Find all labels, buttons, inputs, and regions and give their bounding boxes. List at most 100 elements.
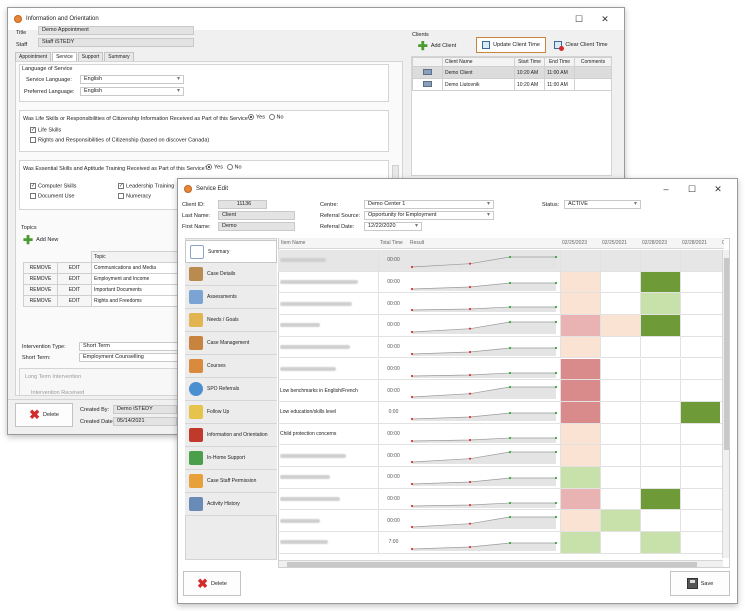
grid-row[interactable]: 7:00 — [278, 532, 722, 554]
grid-row[interactable]: 00:00 — [278, 336, 722, 359]
status-select[interactable]: ACTIVE — [564, 200, 641, 209]
heatmap-cell[interactable] — [640, 380, 680, 401]
grid-row[interactable]: 00:00 — [278, 271, 722, 294]
grid-horizontal-scrollbar[interactable] — [279, 560, 723, 567]
heatmap-cell[interactable] — [640, 315, 680, 336]
tab-service[interactable]: Service — [52, 52, 77, 61]
service-save-button[interactable]: Save — [670, 571, 730, 596]
heatmap-cell[interactable] — [600, 467, 640, 488]
close-icon[interactable]: ✕ — [705, 184, 731, 195]
leadership-checkbox[interactable]: ✓ — [118, 183, 124, 189]
heatmap-cell[interactable] — [600, 271, 640, 293]
heatmap-cell[interactable] — [600, 358, 640, 380]
heatmap-cell[interactable] — [680, 423, 720, 445]
heatmap-cell[interactable] — [600, 401, 640, 423]
sidebar-item-follow-up[interactable]: Follow Up — [185, 401, 277, 424]
document-use-checkbox[interactable] — [30, 193, 36, 199]
hscroll-thumb[interactable] — [287, 562, 697, 567]
service-language-select[interactable]: English — [80, 75, 184, 84]
edit-button[interactable]: EDIT — [57, 273, 92, 285]
heatmap-cell[interactable] — [680, 401, 720, 423]
heatmap-cell[interactable] — [600, 336, 640, 358]
heatmap-cell[interactable] — [640, 510, 680, 532]
heatmap-cell[interactable] — [600, 293, 640, 315]
grid-row[interactable]: 00:00 — [278, 488, 722, 511]
heatmap-cell[interactable] — [560, 488, 600, 510]
life-skills-no-radio[interactable] — [268, 114, 275, 120]
scroll-thumb[interactable] — [724, 258, 729, 450]
grid-row[interactable]: Low education/skills level 0:00 — [278, 401, 722, 424]
preferred-language-select[interactable]: English — [80, 87, 184, 96]
heatmap-cell[interactable] — [680, 445, 720, 466]
tab-appointment[interactable]: Appointment — [15, 52, 52, 61]
heatmap-cell[interactable] — [680, 293, 720, 315]
heatmap-cell[interactable] — [680, 532, 720, 553]
heatmap-cell[interactable] — [640, 423, 680, 445]
referral-source-select[interactable]: Opportunity for Employment — [364, 211, 494, 220]
computer-skills-check[interactable]: ✓ Computer Skills — [30, 183, 77, 189]
heatmap-cell[interactable] — [560, 401, 600, 423]
heatmap-cell[interactable] — [560, 380, 600, 401]
heatmap-cell[interactable] — [560, 445, 600, 466]
grid-row[interactable]: 00:00 — [278, 315, 722, 337]
heatmap-cell[interactable] — [680, 380, 720, 401]
client-row[interactable]: Demo Client 10:20 AM 11:00 AM — [412, 66, 612, 79]
rights-checkbox[interactable] — [30, 137, 36, 143]
info-delete-button[interactable]: ✖ Delete — [15, 403, 73, 427]
sidebar-item-courses[interactable]: Courses — [185, 355, 277, 378]
grid-row[interactable]: 00:00 — [278, 293, 722, 316]
heatmap-cell[interactable] — [680, 336, 720, 358]
update-client-time-button[interactable]: Update Client Time — [476, 37, 546, 53]
title-field[interactable]: Demo Appointment — [38, 26, 194, 35]
heatmap-cell[interactable] — [640, 445, 680, 466]
heatmap-cell[interactable] — [640, 532, 680, 553]
heatmap-cell[interactable] — [680, 510, 720, 532]
grid-row[interactable]: Child protection concerns 00:00 — [278, 423, 722, 446]
grid-row[interactable]: 00:00 — [278, 358, 722, 381]
intervention-type-field[interactable]: Short Term — [79, 342, 179, 351]
heatmap-cell[interactable] — [680, 488, 720, 510]
heatmap-cell[interactable] — [560, 510, 600, 532]
life-skills-yes-radio[interactable] — [248, 114, 254, 120]
clear-client-time-button[interactable]: Clear Client Time — [550, 37, 612, 53]
grid-row[interactable]: Low benchmarks in English/French 00:00 — [278, 380, 722, 402]
add-client-button[interactable]: ✚ Add Client — [411, 38, 463, 53]
heatmap-cell[interactable] — [560, 532, 600, 553]
rights-check[interactable]: Rights and Responsibilities of Citizensh… — [30, 137, 209, 143]
heatmap-cell[interactable] — [560, 358, 600, 380]
heatmap-cell[interactable] — [560, 336, 600, 358]
centre-select[interactable]: Demo Center 1 — [364, 200, 494, 209]
grid-row[interactable]: 00:00 — [278, 250, 722, 272]
heatmap-cell[interactable] — [560, 250, 600, 271]
essential-yes-radio[interactable] — [206, 164, 212, 170]
heatmap-cell[interactable] — [680, 271, 720, 293]
heatmap-cell[interactable] — [640, 358, 680, 380]
tab-summary[interactable]: Summary — [104, 52, 134, 61]
remove-button[interactable]: REMOVE — [23, 273, 58, 285]
close-icon[interactable]: ✕ — [592, 14, 618, 25]
sidebar-item-case-details[interactable]: Case Details — [185, 263, 277, 286]
life-skills-check[interactable]: ✓ Life Skills — [30, 127, 61, 133]
heatmap-cell[interactable] — [640, 250, 680, 271]
edit-button[interactable]: EDIT — [57, 262, 92, 274]
sidebar-item-case-management[interactable]: Case Management — [185, 332, 277, 355]
heatmap-cell[interactable] — [640, 488, 680, 510]
heatmap-cell[interactable] — [560, 271, 600, 293]
heatmap-cell[interactable] — [600, 488, 640, 510]
maximize-icon[interactable]: ☐ — [566, 14, 592, 25]
referral-date-picker[interactable]: 12/22/2020 — [364, 222, 422, 231]
grid-vertical-scrollbar[interactable] — [722, 250, 729, 558]
heatmap-cell[interactable] — [560, 315, 600, 336]
short-term-field[interactable]: Employment Counselling — [79, 353, 179, 362]
heatmap-cell[interactable] — [640, 467, 680, 488]
sidebar-item-case-staff-permission[interactable]: Case Staff Permission — [185, 470, 277, 493]
client-row[interactable]: Demo Liutovnik 10:20 AM 11:00 AM — [412, 78, 612, 91]
heatmap-cell[interactable] — [680, 467, 720, 488]
grid-row[interactable]: 00:00 — [278, 445, 722, 467]
heatmap-cell[interactable] — [640, 293, 680, 315]
tab-support[interactable]: Support — [77, 52, 104, 61]
heatmap-cell[interactable] — [600, 532, 640, 553]
heatmap-cell[interactable] — [680, 250, 720, 271]
maximize-icon[interactable]: ☐ — [679, 184, 705, 195]
document-use-check[interactable]: Document Use — [30, 193, 74, 199]
